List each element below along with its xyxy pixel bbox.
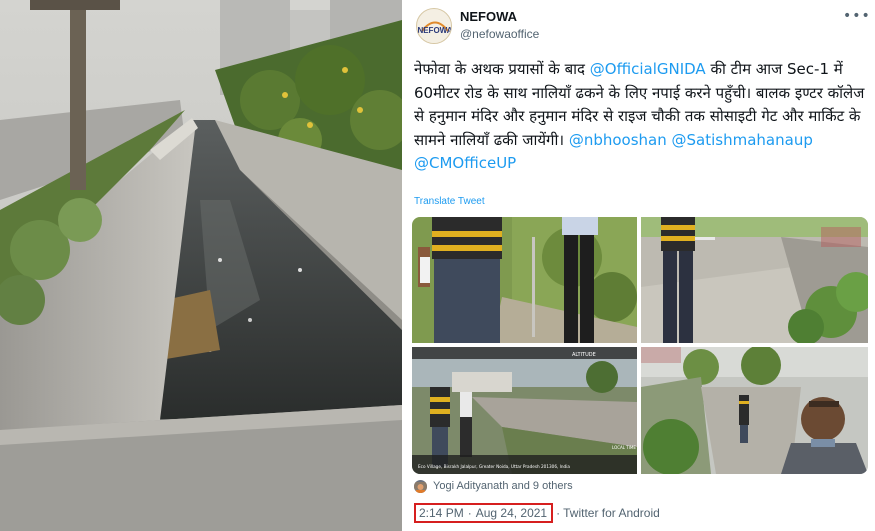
tweet-meta-row: 2:14 PM · Aug 24, 2021 · Twitter for And… xyxy=(414,503,660,523)
liked-by-avatar xyxy=(414,479,427,493)
tweet-text-segment: नेफोवा के अथक प्रयासों के बाद xyxy=(414,60,590,78)
author-avatar[interactable]: NEFOWA xyxy=(416,8,452,44)
tweet-text: नेफोवा के अथक प्रयासों के बाद @OfficialG… xyxy=(414,58,866,176)
svg-text:NEFOWA: NEFOWA xyxy=(417,26,452,35)
meta-dot-2: · xyxy=(556,506,561,520)
mention-link[interactable]: @nbhooshan xyxy=(569,131,667,149)
media-grid: ALTITUDE LOCAL TIME Eco Village, Bisrakh… xyxy=(412,217,868,474)
media-photo-4[interactable] xyxy=(641,347,868,474)
media-photo-1[interactable] xyxy=(412,217,637,343)
liked-by-row[interactable]: Yogi Adityanath and 9 others xyxy=(414,479,573,493)
mention-link[interactable]: @CMOfficeUP xyxy=(414,154,516,172)
mention-link[interactable]: @Satishmahanaup xyxy=(672,131,813,149)
canal-photo xyxy=(0,0,402,531)
media-photo-2[interactable] xyxy=(641,217,868,343)
tweet-date[interactable]: Aug 24, 2021 xyxy=(476,506,547,520)
liked-by-text[interactable]: Yogi Adityanath and 9 others xyxy=(433,480,573,492)
svg-text:LOCAL TIME: LOCAL TIME xyxy=(612,445,636,450)
author-handle[interactable]: @nefowaoffice xyxy=(460,27,539,41)
tweet-time[interactable]: 2:14 PM xyxy=(419,506,464,520)
author-name[interactable]: NEFOWA xyxy=(460,9,517,24)
mention-link[interactable]: @OfficialGNIDA xyxy=(590,60,706,78)
timestamp-highlight[interactable]: 2:14 PM · Aug 24, 2021 xyxy=(414,503,554,523)
translate-tweet-link[interactable]: Translate Tweet xyxy=(414,196,485,207)
media-photo-3[interactable]: ALTITUDE LOCAL TIME Eco Village, Bisrakh… xyxy=(412,347,637,474)
screenshot: NEFOWA NEFOWA @nefowaoffice ••• नेफोवा क… xyxy=(0,0,875,531)
svg-text:Eco Village, Bisrakh Jalalpur,: Eco Village, Bisrakh Jalalpur, Greater N… xyxy=(418,464,570,469)
svg-text:ALTITUDE: ALTITUDE xyxy=(572,352,596,358)
tweet-source[interactable]: Twitter for Android xyxy=(563,506,660,520)
tweet-card: NEFOWA NEFOWA @nefowaoffice ••• नेफोवा क… xyxy=(402,0,875,531)
more-options-icon[interactable]: ••• xyxy=(843,7,870,25)
meta-dot: · xyxy=(467,506,472,520)
